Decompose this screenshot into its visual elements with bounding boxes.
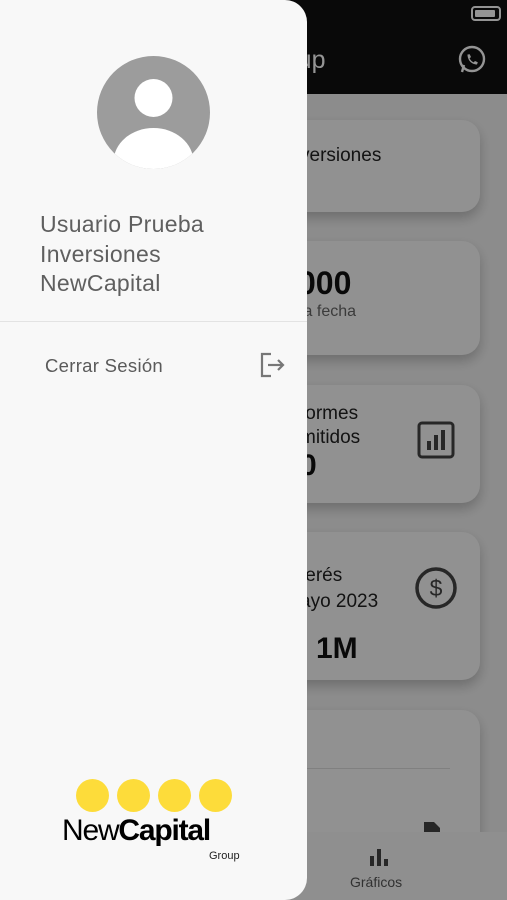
logo-subtitle: Group (209, 850, 240, 862)
user-name-line2: Inversiones (40, 240, 161, 267)
side-drawer: Usuario Prueba Inversiones NewCapital Ce… (0, 0, 307, 900)
user-name: Usuario Prueba Inversiones NewCapital (40, 210, 290, 299)
logo-wordmark: NewCapital (62, 814, 211, 847)
avatar-icon (97, 56, 210, 169)
newcapital-logo: NewCapital Group (60, 776, 250, 868)
logo-dot (199, 779, 232, 812)
logo-dot (76, 779, 109, 812)
user-name-line3: NewCapital (40, 270, 161, 296)
logo-dot (117, 779, 150, 812)
user-name-line1: Usuario Prueba (40, 211, 205, 237)
logout-button[interactable]: Cerrar Sesión (0, 340, 307, 390)
logout-icon (260, 352, 285, 378)
logo-dot (158, 779, 191, 812)
logout-label: Cerrar Sesión (45, 355, 164, 376)
drawer-divider (0, 321, 307, 322)
